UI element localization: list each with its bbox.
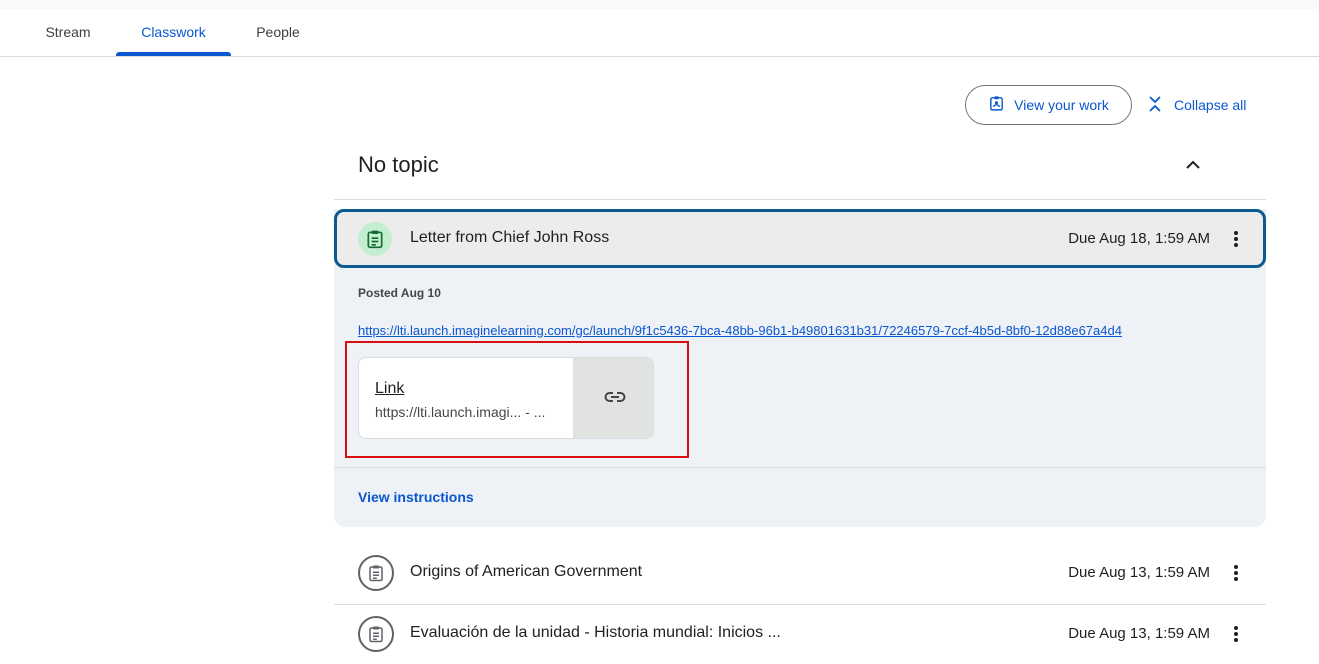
active-tab-indicator [116,52,231,56]
more-vert-icon[interactable] [1224,227,1248,251]
assignment-url-link[interactable]: https://lti.launch.imaginelearning.com/g… [358,323,1122,338]
posted-date: Posted Aug 10 [358,286,441,300]
top-strip [0,0,1319,9]
tab-bar: Stream Classwork People [0,9,1319,57]
assignment-title: Letter from Chief John Ross [410,229,610,246]
collapse-all-button[interactable]: Collapse all [1146,85,1246,125]
assignment-ind-icon [988,95,1005,115]
assignment-row-selected[interactable]: Letter from Chief John Ross Due Aug 18, … [334,209,1266,268]
assignment-row[interactable]: Evaluación de la unidad - Historia mundi… [334,604,1266,664]
more-vert-icon[interactable] [1224,622,1248,646]
view-instructions-link[interactable]: View instructions [358,489,474,505]
assignment-title: Evaluación de la unidad - Historia mundi… [410,624,781,641]
collapse-all-label: Collapse all [1174,97,1247,113]
assignment-row[interactable]: Origins of American Government Due Aug 1… [334,543,1266,603]
more-vert-icon[interactable] [1224,561,1248,585]
view-your-work-button[interactable]: View your work [965,85,1132,125]
tab-classwork[interactable]: Classwork [116,9,231,56]
topic-header: No topic [334,140,1266,200]
unfold-less-icon [1146,94,1164,117]
assignment-due-date: Due Aug 13, 1:59 AM [1068,625,1210,642]
assignment-title: Origins of American Government [410,563,643,580]
assignment-due-date: Due Aug 13, 1:59 AM [1068,564,1210,581]
tab-people[interactable]: People [243,9,313,56]
assignment-icon [358,555,394,591]
chevron-up-icon[interactable] [1181,153,1205,177]
view-your-work-label: View your work [1014,97,1109,113]
tab-stream[interactable]: Stream [32,9,104,56]
assignment-icon [358,222,392,256]
assignment-due-date: Due Aug 18, 1:59 AM [1068,230,1210,247]
assignment-icon [358,616,394,652]
highlight-annotation-box [345,341,689,458]
topic-title: No topic [358,152,439,177]
divider [334,467,1266,468]
